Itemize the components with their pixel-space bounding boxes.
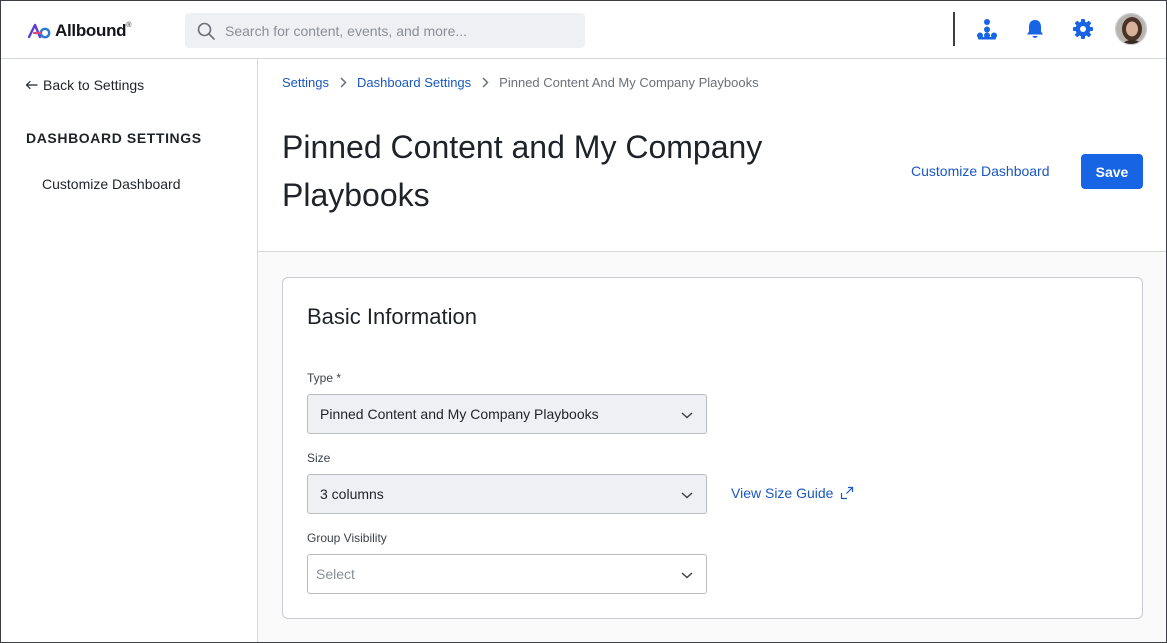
search-bar[interactable] — [185, 13, 585, 48]
bell-icon[interactable] — [1023, 17, 1047, 41]
type-select[interactable]: Pinned Content and My Company Playbooks — [307, 394, 707, 434]
topbar-divider — [953, 12, 955, 46]
brand-name: Allbound® — [55, 21, 132, 40]
allbound-logo[interactable]: Allbound® — [28, 20, 131, 42]
gear-icon[interactable] — [1071, 17, 1095, 41]
group-visibility-label: Group Visibility — [307, 531, 387, 545]
breadcrumb-current: Pinned Content And My Company Playbooks — [499, 75, 759, 90]
arrow-left-icon — [25, 80, 38, 90]
page-header: Settings Dashboard Settings Pinned Conte… — [258, 59, 1166, 252]
breadcrumb: Settings Dashboard Settings Pinned Conte… — [282, 75, 759, 90]
sidebar: Back to Settings DASHBOARD SETTINGS Cust… — [1, 59, 258, 642]
chevron-down-icon — [681, 412, 693, 419]
view-size-guide-link[interactable]: View Size Guide — [731, 485, 854, 501]
group-visibility-select[interactable]: Select — [307, 554, 707, 594]
chevron-right-icon — [333, 77, 353, 88]
breadcrumb-settings[interactable]: Settings — [282, 75, 329, 90]
main-content: Settings Dashboard Settings Pinned Conte… — [258, 59, 1166, 642]
app-window: Allbound® Search for content, events, an… — [0, 0, 1167, 643]
search-icon — [197, 22, 215, 40]
chevron-down-icon — [681, 572, 693, 579]
search-input[interactable] — [225, 15, 565, 46]
external-link-icon — [841, 486, 854, 500]
back-to-settings-link[interactable]: Back to Settings — [25, 77, 144, 93]
size-label: Size — [307, 451, 331, 465]
type-select-value: Pinned Content and My Company Playbooks — [320, 406, 599, 422]
avatar[interactable] — [1115, 13, 1147, 45]
sidebar-heading: DASHBOARD SETTINGS — [26, 130, 202, 146]
allbound-logo-icon — [28, 23, 51, 39]
breadcrumb-dashboard-settings[interactable]: Dashboard Settings — [357, 75, 471, 90]
org-chart-icon[interactable] — [975, 17, 999, 41]
card-title: Basic Information — [307, 304, 477, 329]
type-label: Type * — [307, 371, 342, 385]
customize-dashboard-link[interactable]: Customize Dashboard — [911, 163, 1050, 179]
chevron-right-icon — [475, 77, 495, 88]
basic-information-card: Basic Information Type * Pinned Content … — [282, 277, 1143, 619]
size-select[interactable]: 3 columns — [307, 474, 707, 514]
group-visibility-placeholder: Select — [316, 566, 355, 582]
page-title: Pinned Content and My Company Playbooks — [282, 129, 763, 213]
chevron-down-icon — [681, 492, 693, 499]
back-link-label: Back to Settings — [43, 77, 145, 93]
top-bar: Allbound® — [1, 1, 1166, 59]
sidebar-item-customize-dashboard[interactable]: Customize Dashboard — [42, 176, 181, 192]
size-guide-label: View Size Guide — [731, 485, 834, 501]
save-button[interactable]: Save — [1081, 154, 1143, 189]
size-select-value: 3 columns — [320, 486, 384, 502]
